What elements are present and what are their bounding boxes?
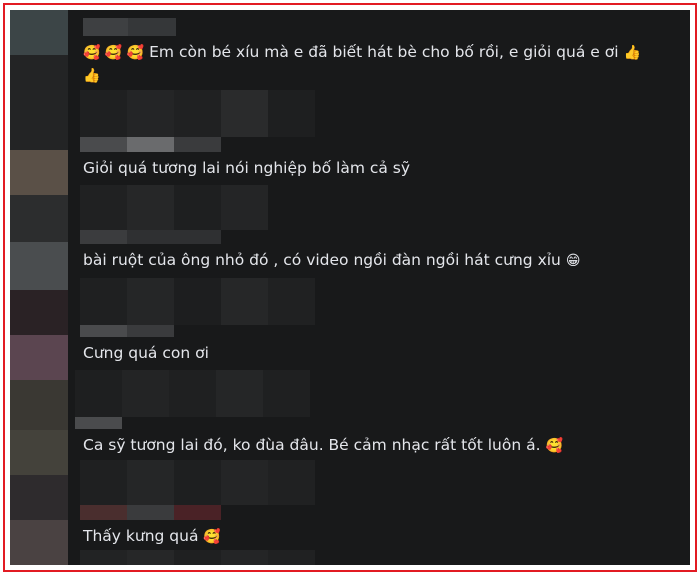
smiling-face-with-hearts-icon: 🥰 🥰 🥰 (83, 45, 145, 61)
avatar[interactable] (10, 242, 68, 290)
grinning-face-icon: 😁 (565, 253, 581, 269)
blurred-reaction-row (216, 370, 263, 417)
blurred-reaction-row (221, 90, 268, 137)
blurred-reaction-row (75, 370, 122, 417)
blurred-reaction-row (263, 370, 310, 417)
comments-panel: 🥰 🥰 🥰 Em còn bé xíu mà e đã biết hát bè … (10, 10, 690, 565)
blurred-reaction-row (80, 278, 127, 325)
blurred-username[interactable] (128, 18, 176, 36)
comment-text: Ca sỹ tương lai đó, ko đùa đâu. Bé cảm n… (83, 436, 563, 454)
blurred-reaction-row (127, 185, 174, 230)
avatar-column (10, 10, 68, 565)
comment-text: Cưng quá con ơi (83, 344, 209, 362)
blurred-username[interactable] (127, 325, 174, 337)
blurred-reaction-row (122, 370, 169, 417)
comment-text: Thấy kưng quá 🥰 (83, 527, 221, 545)
blurred-reaction-row (127, 90, 174, 137)
smiling-face-with-hearts-icon: 🥰 (203, 529, 221, 545)
blurred-reaction-row (221, 550, 268, 565)
blurred-reaction-row (127, 550, 174, 565)
blurred-reaction-row (80, 550, 127, 565)
blurred-reaction-row (127, 278, 174, 325)
blurred-reaction-row (80, 185, 127, 230)
blurred-reaction-row (127, 460, 174, 505)
blurred-reaction-row (268, 460, 315, 505)
blurred-reaction-row (174, 278, 221, 325)
avatar-blur-block (10, 195, 68, 242)
blurred-username[interactable] (80, 505, 127, 520)
avatar-blur-block (10, 380, 68, 430)
blurred-username[interactable] (80, 325, 127, 337)
thumbs-up-icon: 👍 (623, 45, 641, 61)
blurred-username[interactable] (83, 18, 128, 36)
comment-text: bài ruột của ông nhỏ đó , có video ngồi … (83, 251, 581, 269)
blurred-reaction-row (268, 550, 315, 565)
avatar[interactable] (10, 150, 68, 195)
blurred-username[interactable] (174, 137, 221, 152)
avatar[interactable] (10, 335, 68, 380)
comment-text: 🥰 🥰 🥰 Em còn bé xíu mà e đã biết hát bè … (83, 43, 641, 61)
blurred-username[interactable] (127, 230, 221, 244)
comment-text: Giỏi quá tương lai nói nghiệp bố làm cả … (83, 159, 411, 177)
avatar-blur-block (10, 55, 68, 150)
image-frame: 🥰 🥰 🥰 Em còn bé xíu mà e đã biết hát bè … (3, 3, 697, 572)
blurred-reaction-row (80, 90, 127, 137)
blurred-reaction-row (221, 185, 268, 230)
thumbs-up-icon: 👍 (83, 68, 101, 84)
blurred-username[interactable] (127, 137, 174, 152)
blurred-reaction-row (174, 185, 221, 230)
blurred-reaction-row (169, 370, 216, 417)
avatar-blur-block (10, 290, 68, 335)
blurred-reaction-row (174, 90, 221, 137)
blurred-reaction-row (221, 460, 268, 505)
blurred-username[interactable] (127, 505, 174, 520)
blurred-username[interactable] (80, 230, 127, 244)
blurred-reaction-row (221, 278, 268, 325)
avatar-blur-block (10, 475, 68, 520)
blurred-reaction-row (174, 550, 221, 565)
blurred-username[interactable] (80, 137, 127, 152)
avatar[interactable] (10, 430, 68, 475)
blurred-reaction-row (174, 460, 221, 505)
avatar[interactable] (10, 520, 68, 565)
avatar[interactable] (10, 10, 68, 55)
comment-text-continuation: 👍 (83, 64, 100, 87)
blurred-reaction-row (268, 278, 315, 325)
blurred-reaction-row (268, 90, 315, 137)
smiling-face-with-hearts-icon: 🥰 (545, 438, 563, 454)
blurred-reaction-row (80, 460, 127, 505)
blurred-username[interactable] (174, 505, 221, 520)
blurred-username[interactable] (75, 417, 122, 429)
